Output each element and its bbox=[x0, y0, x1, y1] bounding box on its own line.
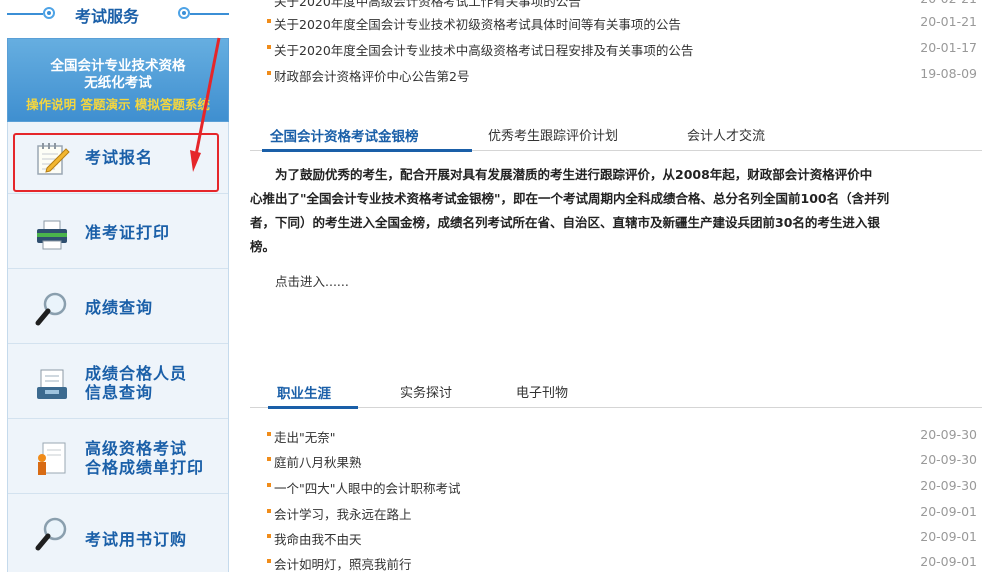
active-tab-underline bbox=[268, 406, 358, 409]
tab-gold-silver-list[interactable]: 全国会计资格考试金银榜 bbox=[270, 125, 419, 145]
news-title[interactable]: 关于2020年度全国会计专业技术初级资格考试具体时间等有关事项的公告 bbox=[274, 14, 681, 33]
career-date: 20-09-30 bbox=[920, 478, 977, 493]
paragraph-line: 榜。 bbox=[250, 239, 276, 254]
service-label: 成绩合格人员 bbox=[85, 364, 188, 383]
career-item[interactable]: 会计学习，我永远在路上 20-09-01 bbox=[250, 500, 980, 524]
career-item[interactable]: 走出"无奈" 20-09-30 bbox=[250, 423, 980, 447]
career-date: 20-09-30 bbox=[920, 452, 977, 467]
news-date: 20-01-17 bbox=[920, 40, 977, 55]
red-arrow-annotation bbox=[190, 37, 221, 172]
bullet bbox=[267, 509, 271, 513]
printer-icon bbox=[37, 220, 67, 250]
service-label: 准考证打印 bbox=[85, 223, 171, 242]
tabbar-career: 职业生涯 实务探讨 电子刊物 bbox=[250, 377, 982, 409]
career-item[interactable]: 会计如明灯，照亮我前行 20-09-01 bbox=[250, 550, 980, 574]
career-date: 20-09-01 bbox=[920, 504, 977, 519]
news-date: 20-01-21 bbox=[920, 14, 977, 29]
career-title[interactable]: 庭前八月秋果熟 bbox=[274, 452, 362, 471]
main-content: 关于2020年度中高级会计资格考试工作有关事项的公告 20-02-21 关于20… bbox=[250, 0, 990, 572]
bullet bbox=[267, 432, 271, 436]
news-title[interactable]: 关于2020年度全国会计专业技术中高级资格考试日程安排及有关事项的公告 bbox=[274, 40, 693, 59]
service-item-score-query[interactable]: 成绩查询 bbox=[8, 272, 228, 344]
paragraph-line: 心推出了"全国会计专业技术资格考试金银榜"，即在一个考试周期内全科成绩合格、总分… bbox=[250, 191, 890, 206]
news-date: 19-08-09 bbox=[920, 66, 977, 81]
bullet bbox=[267, 45, 271, 49]
bullet bbox=[267, 19, 271, 23]
news-item[interactable]: 关于2020年度全国会计专业技术中高级资格考试日程安排及有关事项的公告 20-0… bbox=[250, 36, 980, 60]
report-icon bbox=[38, 442, 66, 475]
service-label-line2: 合格成绩单打印 bbox=[85, 458, 205, 477]
news-title[interactable]: 财政部会计资格评价中心公告第2号 bbox=[274, 66, 469, 85]
news-date: 20-02-21 bbox=[920, 0, 977, 6]
career-title[interactable]: 一个"四大"人眼中的会计职称考试 bbox=[274, 478, 461, 497]
paragraph-line: 为了鼓励优秀的考生，配合开展对具有发展潜质的考生进行跟踪评价，从2008年起，财… bbox=[275, 167, 873, 182]
career-title[interactable]: 我命由我不由天 bbox=[274, 529, 362, 548]
news-item[interactable]: 财政部会计资格评价中心公告第2号 19-08-09 bbox=[250, 62, 980, 86]
bullet bbox=[267, 457, 271, 461]
service-item-book-order[interactable]: 考试用书订购 bbox=[8, 497, 228, 569]
bullet bbox=[267, 71, 271, 75]
magnifier-icon bbox=[35, 517, 67, 551]
career-title[interactable]: 走出"无奈" bbox=[274, 427, 336, 446]
career-item[interactable]: 一个"四大"人眼中的会计职称考试 20-09-30 bbox=[250, 474, 980, 498]
bullet bbox=[267, 559, 271, 563]
bullet bbox=[267, 534, 271, 538]
service-label: 考试用书订购 bbox=[85, 530, 188, 549]
document-tray-icon bbox=[37, 369, 67, 399]
service-label-line2: 信息查询 bbox=[85, 383, 154, 402]
service-label: 成绩查询 bbox=[85, 298, 154, 317]
honor-list-description: 为了鼓励优秀的考生，配合开展对具有发展潜质的考生进行跟踪评价，从2008年起，财… bbox=[250, 163, 978, 259]
service-label: 高级资格考试 bbox=[85, 439, 188, 458]
career-date: 20-09-01 bbox=[920, 529, 977, 544]
bullet bbox=[267, 483, 271, 487]
tab-tracking-plan[interactable]: 优秀考生跟踪评价计划 bbox=[488, 125, 618, 144]
career-title[interactable]: 会计学习，我永远在路上 bbox=[274, 504, 412, 523]
tab-e-journal[interactable]: 电子刊物 bbox=[516, 382, 568, 401]
service-item-senior-score-print[interactable]: 高级资格考试 合格成绩单打印 bbox=[8, 422, 228, 494]
magnifier-icon bbox=[35, 292, 67, 326]
service-item-admission-ticket[interactable]: 准考证打印 bbox=[8, 197, 228, 269]
active-tab-underline bbox=[262, 149, 472, 152]
tab-career[interactable]: 职业生涯 bbox=[277, 382, 331, 402]
news-title[interactable]: 关于2020年度中高级会计资格考试工作有关事项的公告 bbox=[274, 0, 581, 10]
tab-practice[interactable]: 实务探讨 bbox=[400, 382, 452, 401]
tabbar-honor: 全国会计资格考试金银榜 优秀考生跟踪评价计划 会计人才交流 bbox=[250, 120, 982, 152]
career-item[interactable]: 我命由我不由天 20-09-01 bbox=[250, 525, 980, 549]
paragraph-line: 者，下同）的考生进入全国金榜，成绩名列考试所在省、自治区、直辖市及新疆生产建设兵… bbox=[250, 215, 880, 230]
career-date: 20-09-01 bbox=[920, 554, 977, 569]
career-item[interactable]: 庭前八月秋果熟 20-09-30 bbox=[250, 448, 980, 472]
news-item[interactable]: 关于2020年度全国会计专业技术初级资格考试具体时间等有关事项的公告 20-01… bbox=[250, 10, 980, 34]
career-title[interactable]: 会计如明灯，照亮我前行 bbox=[274, 554, 412, 573]
service-item-qualified-info[interactable]: 成绩合格人员 信息查询 bbox=[8, 347, 228, 419]
tab-talent-exchange[interactable]: 会计人才交流 bbox=[687, 125, 765, 144]
career-date: 20-09-30 bbox=[920, 427, 977, 442]
read-more-link[interactable]: 点击进入...... bbox=[275, 271, 349, 290]
